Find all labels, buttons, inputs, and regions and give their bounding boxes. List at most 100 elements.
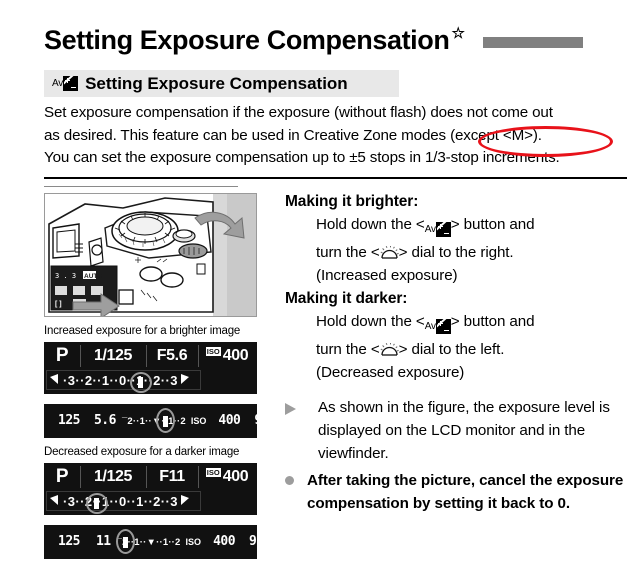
step-brighter-line-2b: > dial to the right. <box>398 244 514 261</box>
step-brighter-line-2: turn the < > dial to the right. <box>316 241 630 264</box>
av-slash <box>436 319 450 334</box>
scale-left-wedge <box>50 374 58 384</box>
iso-value-brighter: 400 <box>222 347 249 364</box>
camera-illustration-svg: 3 . 3 AUTO [ ] <box>45 194 256 316</box>
exposure-compensation-icon: Av <box>425 315 451 338</box>
instructions-column: Making it brighter: Hold down the < Av > b… <box>285 190 630 517</box>
step-darker-line-2: turn the < > dial to the left. <box>316 338 630 361</box>
dot-bullet-icon <box>285 476 294 485</box>
step-darker-line-1a: Hold down the < <box>316 313 425 330</box>
scale-right-wedge-darker <box>180 495 189 505</box>
iso-value-darker: 400 <box>222 468 249 485</box>
step-darker-line-1: Hold down the < Av > button and <box>316 310 630 338</box>
figure-column: 3 . 3 AUTO [ ] Increased exposure for a … <box>44 193 259 559</box>
scale-right-wedge <box>180 374 189 384</box>
lcd-iso-darker: ISO 400 <box>198 468 256 486</box>
lcd-panel-brighter: P 1/125 F5.6 ISO 400 ·3··2··1··0··1··2··3 <box>44 342 257 394</box>
lcd-top-row-darker: P 1/125 F11 ISO 400 <box>44 463 257 491</box>
section-divider <box>44 177 627 179</box>
lcd-top-row-brighter: P 1/125 F5.6 ISO 400 <box>44 342 257 370</box>
exposure-pointer-darker <box>94 498 99 509</box>
star-icon: ☆ <box>451 25 465 42</box>
av-box <box>435 222 451 237</box>
step-brighter-line-2a: turn the < <box>316 244 380 261</box>
lcd-exposure-scale-darker: ·3··2··1··0··1··2··3 <box>46 491 201 511</box>
vf-iso-darker: 400 <box>213 534 236 549</box>
vf-scale-brighter: ¯2··1··▼··1··2 <box>121 415 186 427</box>
lcd-iso-brighter: ISO 400 <box>198 347 256 365</box>
step-darker-line-1b: > button and <box>450 313 535 330</box>
note-item: As shown in the figure, the exposure lev… <box>285 396 630 465</box>
svg-text:3 . 3: 3 . 3 <box>55 272 76 280</box>
intro-line-1: Set exposure compensation if the exposur… <box>44 104 553 121</box>
caption-increased-exposure: Increased exposure for a brighter image <box>44 325 241 337</box>
av-slash <box>64 76 78 91</box>
page-title-text: Setting Exposure Compensation <box>44 25 450 55</box>
lcd-shutter-darker: 1/125 <box>93 468 133 485</box>
exposure-pointer-brighter <box>138 377 143 388</box>
note-text: As shown in the figure, the exposure lev… <box>318 399 610 462</box>
main-dial-icon <box>380 243 399 259</box>
step-darker-line-2b: > dial to the left. <box>398 341 505 358</box>
step-heading-brighter: Making it brighter: <box>285 193 419 210</box>
av-box <box>435 319 451 334</box>
vf-burst-darker: 9 <box>249 534 257 549</box>
vf-exposure-pointer-darker <box>123 537 128 548</box>
av-box <box>63 76 79 91</box>
lcd-mode-brighter: P <box>55 345 69 366</box>
lcd-exposure-scale-brighter: ·3··2··1··0··1··2··3 <box>46 370 201 390</box>
step-brighter-line-1: Hold down the < Av > button and <box>316 213 630 241</box>
scale-text-darker: ·3··2··1··0··1··2··3 <box>63 493 178 509</box>
scale-text-brighter: ·3··2··1··0··1··2··3 <box>63 372 178 388</box>
caption-decreased-exposure: Decreased exposure for a darker image <box>44 446 240 458</box>
lcd-mode-darker: P <box>55 466 69 487</box>
title-gray-bar <box>482 37 583 48</box>
viewfinder-strip-darker: 125 11 ¯2··1··▼··1··2 ISO 400 9 <box>44 525 257 559</box>
vf-iso-label-brighter: ISO <box>190 416 207 426</box>
av-label: Av <box>52 78 64 89</box>
left-column-rule <box>44 186 238 187</box>
page-title: Setting Exposure Compensation ☆ <box>44 25 465 55</box>
iso-badge-brighter: ISO <box>205 347 221 356</box>
svg-text:AUTO: AUTO <box>84 273 102 280</box>
svg-text:[ ]: [ ] <box>55 301 62 308</box>
vf-iso-label-darker: ISO <box>185 537 202 547</box>
intro-line-2: as desired. This feature can be used in … <box>44 126 542 144</box>
av-label: Av <box>424 321 436 332</box>
exposure-compensation-icon: Av <box>52 76 79 91</box>
exposure-compensation-icon: Av <box>425 218 451 241</box>
lcd-aperture-darker: F11 <box>159 468 185 485</box>
section-heading-band: Av Setting Exposure Compensation <box>44 70 399 97</box>
triangle-bullet-icon <box>285 403 309 415</box>
viewfinder-strip-brighter: 125 5.6 ¯2··1··▼··1··2 ISO 400 9 <box>44 404 257 438</box>
step-brighter-line-1a: Hold down the < <box>316 216 425 233</box>
step-body-brighter: Hold down the < Av > button and turn the <… <box>285 213 630 287</box>
note-item: After taking the picture, cancel the exp… <box>285 469 630 515</box>
step-body-darker: Hold down the < Av > button and turn the <… <box>285 310 630 384</box>
step-darker-line-2a: turn the < <box>316 341 380 358</box>
lcd-aperture-brighter: F5.6 <box>156 347 188 364</box>
step-darker-line-3: (Decreased exposure) <box>316 364 465 381</box>
vf-shutter-brighter: 125 <box>58 413 80 428</box>
section-heading-text: Setting Exposure Compensation <box>85 73 348 93</box>
intro-line-3: You can set the exposure compensation up… <box>44 149 560 166</box>
vf-burst-brighter: 9 <box>254 414 257 427</box>
iso-badge-darker: ISO <box>205 468 221 477</box>
lcd-panel-darker: P 1/125 F11 ISO 400 ·3··2··1··0··1··2··3 <box>44 463 257 515</box>
vf-exposure-pointer-brighter <box>163 416 168 427</box>
av-label: Av <box>424 224 436 235</box>
vf-aperture-brighter: 5.6 <box>93 413 116 428</box>
vf-aperture-darker: 11 <box>95 534 111 549</box>
vf-iso-brighter: 400 <box>218 413 241 428</box>
note-text: After taking the picture, cancel the exp… <box>307 472 624 512</box>
step-brighter-line-1b: > button and <box>450 216 535 233</box>
av-slash <box>436 222 450 237</box>
main-dial-icon <box>380 340 399 356</box>
step-heading-darker: Making it darker: <box>285 290 408 307</box>
vf-shutter-darker: 125 <box>58 534 80 549</box>
camera-illustration: 3 . 3 AUTO [ ] <box>44 193 257 317</box>
scale-left-wedge-darker <box>50 495 58 505</box>
intro-paragraph: Set exposure compensation if the exposur… <box>44 102 627 170</box>
page-header: Setting Exposure Compensation ☆ <box>44 18 624 54</box>
step-brighter-line-3: (Increased exposure) <box>316 267 458 284</box>
